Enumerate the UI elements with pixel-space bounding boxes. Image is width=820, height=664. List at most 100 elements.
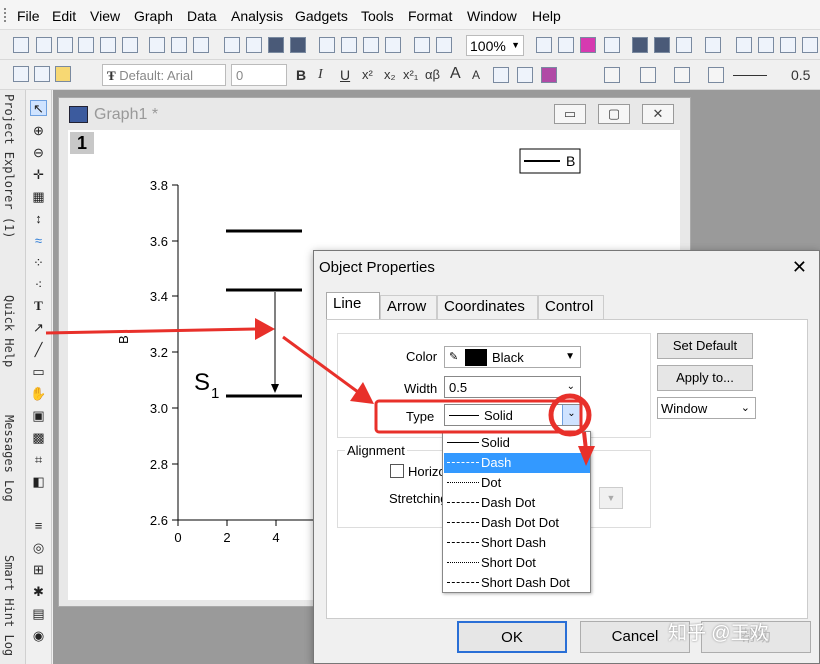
save-window-icon[interactable] [290,37,306,53]
insert-table-tool-icon[interactable]: ⊞ [30,562,47,578]
tab-line[interactable]: Line [326,292,380,320]
option-dash-dot[interactable]: Dash Dot [444,493,590,513]
print-icon[interactable] [536,37,552,53]
new-notes-icon[interactable] [171,37,187,53]
worksheet-tool-icon[interactable]: ≡ [30,518,47,534]
close-button[interactable]: ✕ [642,104,674,124]
tab-control[interactable]: Control [538,295,604,319]
reset-tool-icon[interactable]: ◉ [30,628,47,644]
insert-graph-icon[interactable]: ▣ [30,408,47,424]
option-dot[interactable]: Dot [444,473,590,493]
new-matrix-icon[interactable] [100,37,116,53]
import-single-icon[interactable] [341,37,357,53]
menu-format[interactable]: Format [408,8,452,24]
hand-icon[interactable]: ✋ [30,386,47,402]
apply-to-button[interactable]: Apply to... [657,365,753,391]
new-graph-icon[interactable] [78,37,94,53]
set-default-button[interactable]: Set Default [657,333,753,359]
maximize-button[interactable]: ▢ [598,104,630,124]
tab-quick-help[interactable]: Quick Help [2,295,16,367]
line-tool-icon[interactable]: ╱ [30,342,47,358]
menu-data[interactable]: Data [187,8,217,24]
apply-scope-select[interactable]: Window ⌄ [657,397,756,419]
new-excel-icon[interactable] [193,37,209,53]
find-icon[interactable] [736,37,752,53]
workbook-manager-icon[interactable] [780,37,796,53]
code-builder-icon[interactable] [705,37,721,53]
menu-edit[interactable]: Edit [52,8,76,24]
project-explorer-icon[interactable] [632,37,648,53]
supersubscript-button[interactable]: x²₁ [403,67,418,82]
superscript-button[interactable]: x² [362,67,373,82]
menu-window[interactable]: Window [467,8,517,24]
zoom-select[interactable]: 100% ▼ [466,35,524,56]
option-short-dash-dot[interactable]: Short Dash Dot [444,573,590,593]
line-color-icon[interactable] [674,67,690,83]
line-width-value[interactable]: 0.5 [791,67,810,83]
tab-smart-hint-log[interactable]: Smart Hint Log [2,555,16,656]
mask-icon[interactable]: ⁘ [30,255,47,271]
font-size-select[interactable]: 0 [231,64,287,86]
tab-project-explorer[interactable]: Project Explorer (1) [2,94,16,239]
circle-tool-icon[interactable]: ◎ [30,540,47,556]
underline-button[interactable]: U [340,67,350,83]
export-icon[interactable] [558,37,574,53]
color-select[interactable]: ✎ Black ▼ [444,346,581,368]
italic-button[interactable]: I [318,67,323,83]
width-input[interactable]: 0.5 ⌄ [444,376,581,398]
new-function-icon[interactable] [122,37,138,53]
font-color-icon[interactable] [541,67,557,83]
dialog-close-button[interactable]: ✕ [792,257,807,278]
brightness-icon[interactable] [708,67,724,83]
screen-reader-icon[interactable]: ✛ [30,167,47,183]
option-dash-dot-dot[interactable]: Dash Dot Dot [444,513,590,533]
data-selector-icon[interactable]: ↕ [30,211,47,227]
paste-icon[interactable] [55,66,71,82]
new-layout-icon[interactable] [149,37,165,53]
subscript-button[interactable]: x₂ [384,67,396,82]
option-short-dash[interactable]: Short Dash [444,533,590,553]
line-style-sample[interactable] [733,75,767,76]
line-type-list[interactable]: Solid Dash Dot Dash Dot Dash Dot Dot Sho… [442,431,591,593]
arrow-tool-icon[interactable]: ↗ [30,320,47,336]
menu-graph[interactable]: Graph [134,8,173,24]
type-select[interactable]: Solid ⌄ [444,404,581,426]
menu-help[interactable]: Help [532,8,561,24]
recalculate-icon[interactable] [414,37,430,53]
insert-image-icon[interactable]: ▩ [30,430,47,446]
data-reader-icon[interactable]: ▦ [30,189,47,205]
ok-button[interactable]: OK [457,621,567,653]
refresh-icon[interactable] [436,37,452,53]
tab-arrow[interactable]: Arrow [380,295,437,319]
option-solid[interactable]: Solid [444,433,590,453]
option-short-dot[interactable]: Short Dot [444,553,590,573]
import-multiple-icon[interactable] [363,37,379,53]
copy-icon[interactable] [34,66,50,82]
import-icon[interactable] [319,37,335,53]
type-dropdown-button[interactable]: ⌄ [562,405,580,425]
s1-label[interactable]: S [194,369,210,396]
menu-gadgets[interactable]: Gadgets [295,8,348,24]
new-project-icon[interactable] [13,37,29,53]
results-log-icon[interactable] [654,37,670,53]
pointer-icon[interactable]: ↖ [30,100,47,116]
region-selector-icon[interactable]: ≈ [30,233,47,249]
copy-page-icon[interactable] [580,37,596,53]
bold-button[interactable]: B [296,67,306,83]
data-tool-icon[interactable]: ▤ [30,606,47,622]
new-folder-icon[interactable] [36,37,52,53]
insert-equation-icon[interactable]: ⌗ [30,452,47,468]
new-workbook-icon[interactable] [57,37,73,53]
horizontal-checkbox[interactable] [390,464,404,478]
command-window-icon[interactable] [676,37,692,53]
zoom-in-icon[interactable]: ⊕ [30,123,47,139]
tab-coordinates[interactable]: Coordinates [437,295,538,319]
insert-3d-icon[interactable]: ◧ [30,474,47,490]
fill-color-icon[interactable] [604,67,620,83]
menu-file[interactable]: File [17,8,40,24]
greek-button[interactable]: αβ [425,67,440,82]
minimize-button[interactable]: ▭ [554,104,586,124]
find-replace-icon[interactable] [758,37,774,53]
increase-font-button[interactable]: A [450,65,461,83]
decrease-font-button[interactable]: A [472,68,480,82]
